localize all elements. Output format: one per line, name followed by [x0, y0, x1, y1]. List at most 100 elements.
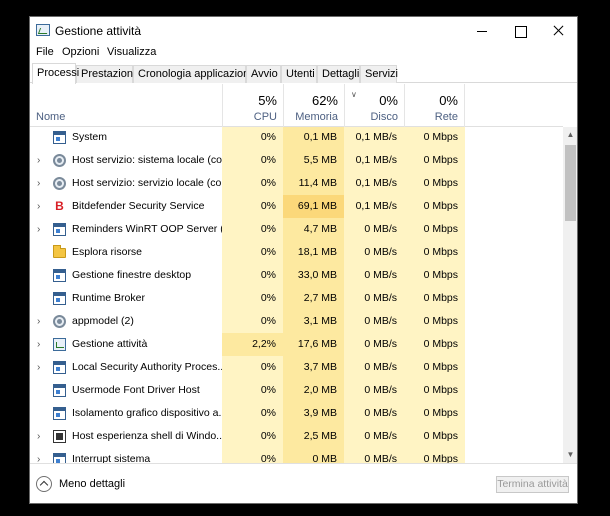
folder-icon [53, 245, 66, 258]
process-row[interactable]: Isolamento grafico dispositivo a... 0% 3,9… [30, 402, 563, 425]
cpu-value: 0% [222, 379, 283, 402]
network-value: 0 Mbps [404, 379, 465, 402]
close-button[interactable] [539, 17, 577, 45]
cpu-value: 0% [222, 310, 283, 333]
scroll-down-icon[interactable]: ▼ [563, 447, 577, 463]
cpu-value: 0% [222, 127, 283, 149]
scroll-up-icon[interactable]: ▲ [563, 127, 577, 143]
process-row[interactable]: System 0% 0,1 MB 0,1 MB/s 0 Mbps [30, 127, 563, 149]
window-icon [53, 361, 66, 374]
window-icon [53, 223, 66, 236]
disk-value: 0 MB/s [344, 333, 404, 356]
chevron-up-circle-icon[interactable] [36, 476, 52, 492]
process-row[interactable]: Esplora risorse 0% 18,1 MB 0 MB/s 0 Mbps [30, 241, 563, 264]
process-name: Usermode Font Driver Host [72, 384, 200, 396]
chevron-right-icon[interactable]: › [37, 454, 40, 463]
network-value: 0 Mbps [404, 287, 465, 310]
disk-value: 0 MB/s [344, 241, 404, 264]
process-name: Host esperienza shell di Windo... [72, 430, 222, 442]
header-network[interactable]: 0% Rete [404, 84, 465, 127]
process-row[interactable]: Runtime Broker 0% 2,7 MB 0 MB/s 0 Mbps [30, 287, 563, 310]
memory-value: 0,1 MB [283, 127, 344, 149]
task-manager-window: Gestione attività File Opzioni Visualizz… [29, 16, 578, 504]
process-row[interactable]: › Host esperienza shell di Windo... 0% 2,5 … [30, 425, 563, 448]
vertical-scrollbar[interactable]: ▲ ▼ [563, 127, 577, 463]
maximize-button[interactable] [501, 17, 539, 45]
disk-value: 0 MB/s [344, 448, 404, 463]
process-name: Gestione attività [72, 338, 148, 350]
menu-options[interactable]: Opzioni [60, 46, 101, 58]
process-name: Local Security Authority Proces... [72, 361, 222, 373]
gear-icon [53, 154, 66, 167]
disk-value: 0 MB/s [344, 402, 404, 425]
shell-icon [53, 430, 66, 443]
process-row[interactable]: › Host servizio: sistema locale (co... 0% 5… [30, 149, 563, 172]
chevron-right-icon[interactable]: › [37, 201, 40, 212]
memory-value: 2,0 MB [283, 379, 344, 402]
task-manager-icon [53, 338, 66, 351]
process-row[interactable]: › Local Security Authority Proces... 0% 3,7… [30, 356, 563, 379]
chevron-right-icon[interactable]: › [37, 155, 40, 166]
gear-icon [53, 315, 66, 328]
chevron-right-icon[interactable]: › [37, 224, 40, 235]
memory-value: 0 MB [283, 448, 344, 463]
window-title: Gestione attività [55, 24, 142, 38]
network-value: 0 Mbps [404, 356, 465, 379]
process-row[interactable]: Usermode Font Driver Host 0% 2,0 MB 0 MB/s 0… [30, 379, 563, 402]
memory-value: 33,0 MB [283, 264, 344, 287]
process-row[interactable]: Gestione finestre desktop 0% 33,0 MB 0 MB/s… [30, 264, 563, 287]
end-task-button[interactable]: Termina attività [496, 476, 569, 493]
menu-view[interactable]: Visualizza [105, 46, 158, 58]
network-value: 0 Mbps [404, 127, 465, 149]
cpu-value: 0% [222, 172, 283, 195]
tab-app-history[interactable]: Cronologia applicazioni [133, 65, 252, 83]
disk-value: 0 MB/s [344, 379, 404, 402]
process-row[interactable]: › B Bitdefender Security Service 0% 69,1 MB 0… [30, 195, 563, 218]
chevron-right-icon[interactable]: › [37, 362, 40, 373]
memory-value: 3,7 MB [283, 356, 344, 379]
chevron-right-icon[interactable]: › [37, 339, 40, 350]
disk-value: 0,1 MB/s [344, 127, 404, 149]
minimize-button[interactable] [463, 17, 501, 45]
tab-startup[interactable]: Avvio [246, 65, 281, 83]
process-name: Isolamento grafico dispositivo a... [72, 407, 222, 419]
process-row[interactable]: › Gestione attività 2,2% 17,6 MB 0 MB/s 0 Mbp… [30, 333, 563, 356]
memory-value: 18,1 MB [283, 241, 344, 264]
process-list: System 0% 0,1 MB 0,1 MB/s 0 Mbps › Host serviz… [30, 127, 563, 463]
header-name[interactable]: Nome [36, 111, 65, 123]
header-cpu[interactable]: 5% CPU [222, 84, 283, 127]
menu-file[interactable]: File [34, 46, 56, 58]
header-memory[interactable]: 62% Memoria [283, 84, 344, 127]
scrollbar-thumb[interactable] [565, 145, 576, 221]
disk-value: 0 MB/s [344, 287, 404, 310]
tab-users[interactable]: Utenti [281, 65, 317, 83]
title-bar[interactable]: Gestione attività [30, 17, 577, 45]
network-label: Rete [434, 111, 458, 123]
tab-processes[interactable]: Processi [32, 63, 79, 84]
disk-value: 0 MB/s [344, 218, 404, 241]
cpu-total: 5% [258, 93, 277, 108]
less-details-link[interactable]: Meno dettagli [59, 478, 125, 490]
cpu-value: 0% [222, 448, 283, 463]
process-row[interactable]: › Host servizio: servizio locale (co... 0%… [30, 172, 563, 195]
chevron-right-icon[interactable]: › [37, 316, 40, 327]
process-name: Reminders WinRT OOP Server (5) [72, 223, 222, 235]
network-value: 0 Mbps [404, 195, 465, 218]
window-icon [53, 384, 66, 397]
process-row[interactable]: › Reminders WinRT OOP Server (5) 0% 4,7 MB 0… [30, 218, 563, 241]
network-total: 0% [439, 93, 458, 108]
process-row[interactable]: › Interrupt sistema 0% 0 MB 0 MB/s 0 Mbps [30, 448, 563, 463]
bitdefender-icon: B [55, 199, 64, 213]
tab-details[interactable]: Dettagli [317, 65, 360, 83]
memory-value: 3,9 MB [283, 402, 344, 425]
memory-value: 4,7 MB [283, 218, 344, 241]
chevron-right-icon[interactable]: › [37, 431, 40, 442]
footer: Meno dettagli Termina attività [30, 463, 577, 503]
tab-services[interactable]: Servizi [360, 65, 398, 83]
header-disk[interactable]: ∨ 0% Disco [344, 84, 404, 127]
menu-bar: File Opzioni Visualizza [30, 45, 577, 63]
tab-performance[interactable]: Prestazioni [76, 65, 135, 83]
process-row[interactable]: › appmodel (2) 0% 3,1 MB 0 MB/s 0 Mbps [30, 310, 563, 333]
column-header: Nome 5% CPU 62% Memoria ∨ 0% Disco 0% Re… [30, 84, 563, 127]
chevron-right-icon[interactable]: › [37, 178, 40, 189]
